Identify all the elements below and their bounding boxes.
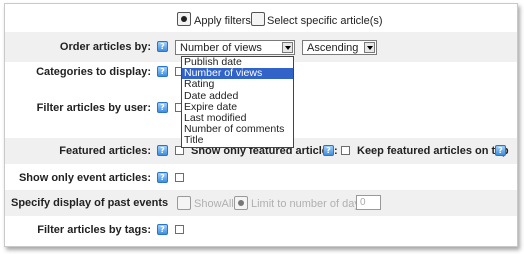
- apply-filters-radio[interactable]: [177, 12, 191, 26]
- order-option-rating[interactable]: Rating: [182, 79, 293, 90]
- order-by-dropdown: Publish date Number of views Rating Date…: [181, 56, 294, 148]
- order-direction-value: Ascending: [307, 42, 359, 54]
- apply-filters-label: Apply filters: [194, 15, 251, 27]
- order-by-value: Number of views: [180, 42, 262, 54]
- help-icon[interactable]: ?: [157, 102, 168, 113]
- keep-featured-top-label: Keep featured articles on top: [357, 145, 509, 157]
- filter-mode-row: Apply filters Select specific article(s): [5, 10, 517, 30]
- filter-user-label: Filter articles by user:: [36, 102, 151, 114]
- select-specific-label: Select specific article(s): [267, 15, 383, 27]
- tags-label: Filter articles by tags:: [37, 224, 151, 236]
- tags-checkbox[interactable]: [175, 225, 184, 234]
- past-events-label: Specify display of past events: [11, 197, 169, 209]
- module-options-panel: Apply filters Select specific article(s)…: [4, 3, 518, 247]
- featured-label: Featured articles:: [59, 145, 151, 157]
- show-all-radio[interactable]: [177, 196, 191, 210]
- help-icon[interactable]: ?: [157, 41, 168, 52]
- help-icon[interactable]: ?: [323, 145, 334, 156]
- order-label: Order articles by:: [59, 41, 151, 53]
- categories-label: Categories to display:: [36, 66, 151, 78]
- events-label: Show only event articles:: [18, 172, 151, 184]
- select-specific-radio[interactable]: [251, 12, 265, 26]
- order-by-select[interactable]: Number of views: [175, 40, 295, 55]
- limit-days-radio[interactable]: [234, 196, 248, 210]
- past-events-row: Specify display of past events ShowAll L…: [5, 190, 517, 216]
- days-input[interactable]: 0: [356, 195, 381, 210]
- tags-row: Filter articles by tags: ?: [5, 216, 517, 242]
- help-icon[interactable]: ?: [157, 172, 168, 183]
- chevron-down-icon[interactable]: [364, 42, 375, 53]
- order-direction-select[interactable]: Ascending: [302, 40, 377, 55]
- chevron-down-icon[interactable]: [282, 42, 293, 53]
- limit-days-label: Limit to number of days:: [251, 198, 369, 210]
- show-all-label: ShowAll: [194, 198, 234, 210]
- order-option-title[interactable]: Title: [182, 135, 293, 146]
- help-icon[interactable]: ?: [495, 145, 506, 156]
- show-only-featured-checkbox[interactable]: [341, 146, 350, 155]
- events-checkbox[interactable]: [175, 173, 184, 182]
- help-icon[interactable]: ?: [157, 224, 168, 235]
- help-icon[interactable]: ?: [157, 66, 168, 77]
- events-row: Show only event articles: ?: [5, 164, 517, 190]
- help-icon[interactable]: ?: [157, 145, 168, 156]
